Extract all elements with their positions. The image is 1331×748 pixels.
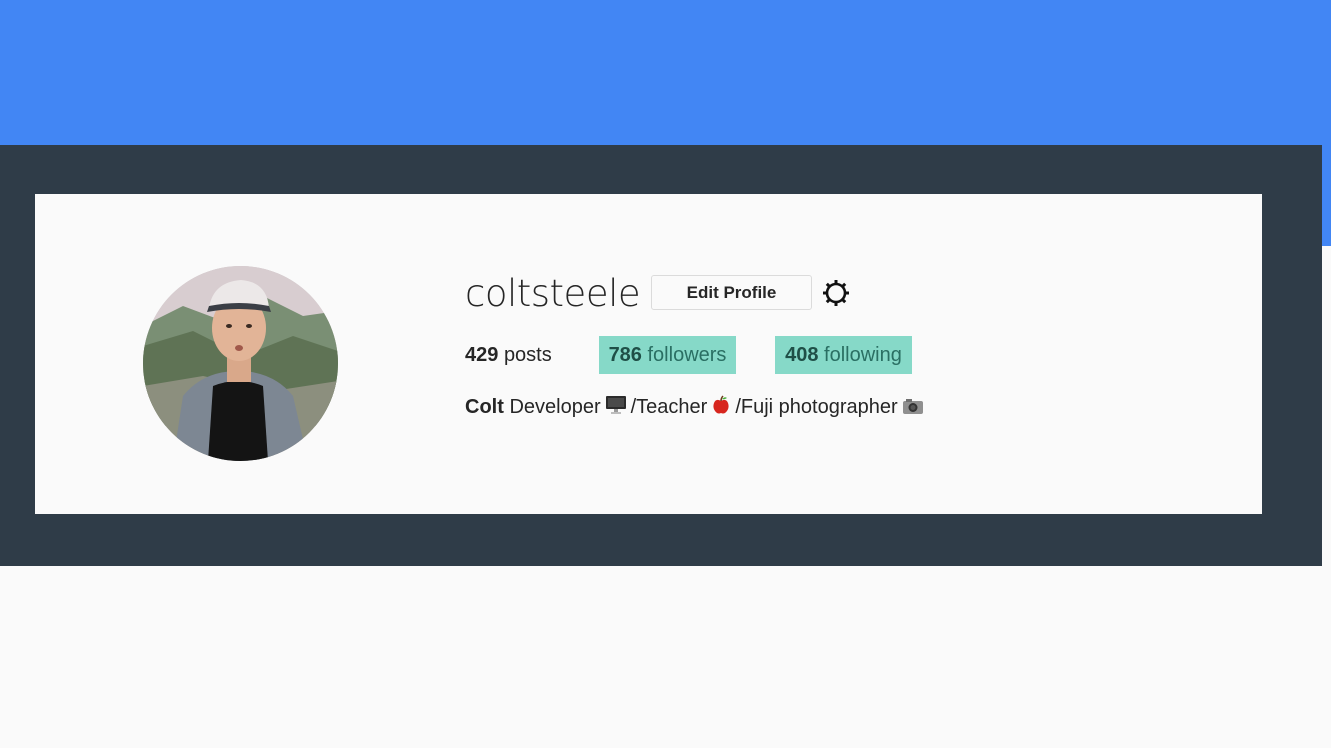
profile-header: coltsteele Edit Profile 429 posts 786 fo… [35, 194, 1262, 514]
posts-stat: 429 posts [465, 336, 552, 374]
followers-label: followers [647, 344, 727, 366]
followers-stat[interactable]: 786 followers [599, 336, 736, 374]
bio-text-developer: Developer [509, 396, 601, 418]
posts-label: posts [503, 344, 552, 366]
following-count: 408 [785, 344, 819, 366]
apple-icon [711, 395, 731, 422]
camera-icon [902, 396, 924, 422]
followers-count: 786 [608, 344, 642, 366]
following-label: following [824, 344, 902, 366]
profile-photo [143, 266, 338, 461]
bio-text-photographer: /Fuji photographer [735, 396, 898, 418]
gear-icon[interactable] [821, 278, 851, 308]
edit-profile-button[interactable]: Edit Profile [651, 275, 812, 310]
desktop-computer-icon [605, 395, 627, 422]
username: coltsteele [465, 272, 641, 315]
bio: Colt Developer/Teacher/Fuji photographer [465, 394, 928, 422]
bio-name: Colt [465, 396, 504, 418]
following-stat[interactable]: 408 following [775, 336, 912, 374]
posts-count: 429 [465, 344, 499, 366]
bio-text-teacher: /Teacher [630, 396, 708, 418]
avatar[interactable] [143, 266, 338, 461]
